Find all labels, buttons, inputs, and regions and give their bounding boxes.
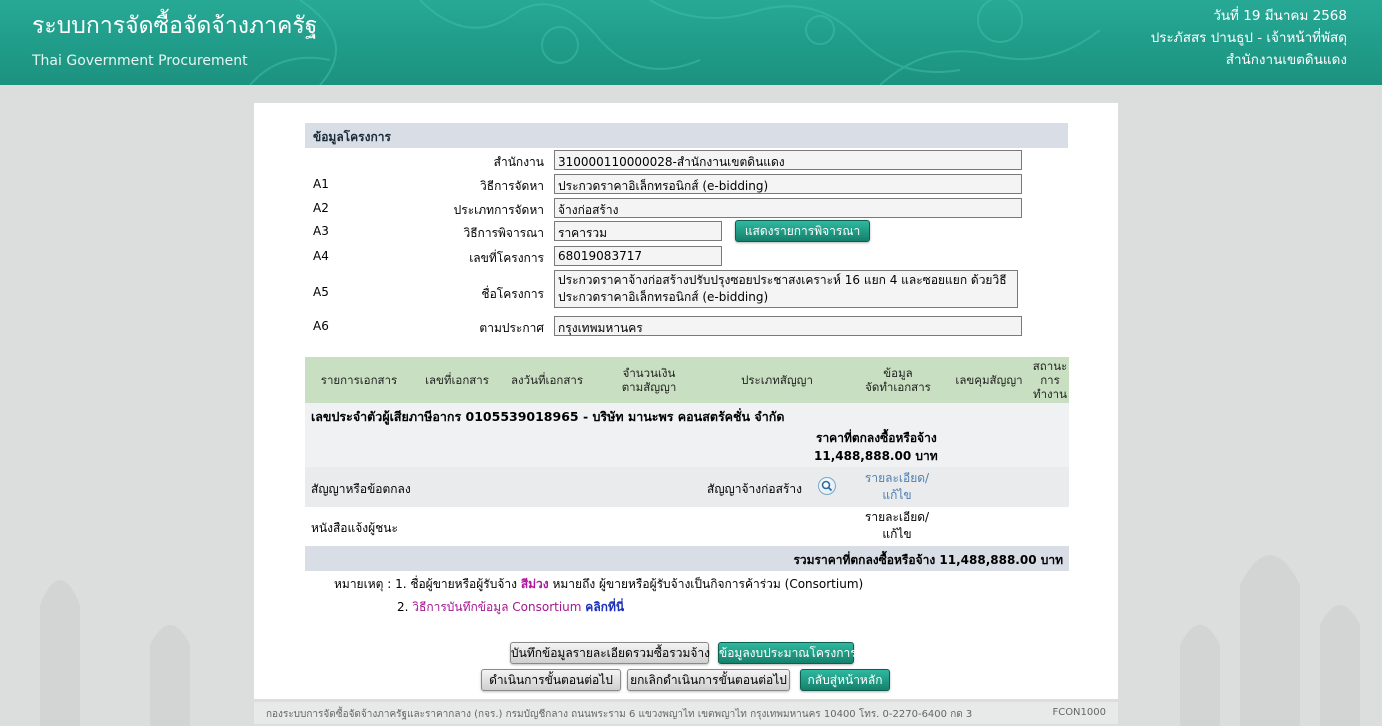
detail-edit-link[interactable]: รายละเอียด/ แก้ไข [857, 470, 937, 504]
vendor-name: เลขประจำตัวผู้เสียภาษีอากร 0105539018965… [311, 409, 785, 424]
detail-link-line2: แก้ไข [882, 488, 912, 502]
note-1-prefix: หมายเหตุ : 1. ชื่อผู้ขายหรือผู้รับจ้าง [334, 577, 517, 591]
office-label: สำนักงาน [493, 155, 544, 169]
table-header: รายการเอกสาร เลขที่เอกสาร ลงวันที่เอกสาร… [305, 357, 1069, 403]
user-office: สำนักงานเขตดินแดง [1225, 52, 1347, 68]
consortium-click-here-link[interactable]: คลิกที่นี่ [585, 600, 624, 614]
row-code-a5: A5 [313, 285, 329, 299]
note-2: 2. วิธีการบันทึกข้อมูล Consortium คลิกที… [397, 598, 624, 617]
evaluation-method-label: วิธีการพิจารณา [463, 226, 544, 240]
col-amount: จำนวนเงิน ตามสัญญา [593, 357, 705, 403]
magnifier-glyph [821, 480, 833, 492]
col-info-line2: จัดทำเอกสาร [865, 380, 931, 394]
app-header: ระบบการจัดซื้อจัดจ้างภาครัฐ Thai Governm… [0, 0, 1382, 85]
note-2-text: วิธีการบันทึกข้อมูล Consortium [412, 600, 582, 614]
row-code-a4: A4 [313, 249, 329, 263]
col-status-line3: ทำงาน [1033, 387, 1067, 401]
col-control-no: เลขคุมสัญญา [955, 373, 1023, 387]
current-date: วันที่ 19 มีนาคม 2568 [1213, 8, 1347, 24]
note-2-number: 2. [397, 600, 409, 614]
col-status-line2: การ [1040, 373, 1060, 387]
show-items-button[interactable]: แสดงรายการพิจารณา [735, 220, 870, 242]
procurement-method-label: วิธีการจัดหา [480, 179, 544, 193]
home-button[interactable]: กลับสู่หน้าหลัก [800, 669, 890, 691]
col-status-line1: สถานะ [1032, 359, 1068, 373]
col-contract-type: ประเภทสัญญา [741, 373, 813, 387]
col-amount-line2: ตามสัญญา [621, 380, 677, 394]
detail-edit-link[interactable]: รายละเอียด/ แก้ไข [857, 509, 937, 543]
col-doc-date: ลงวันที่เอกสาร [510, 373, 583, 387]
app-subtitle: Thai Government Procurement [32, 53, 248, 69]
row-code-a1: A1 [313, 177, 329, 191]
detail-link-line2: แก้ไข [882, 527, 912, 541]
contract-type: สัญญาจ้างก่อสร้าง [707, 482, 802, 496]
note-1: หมายเหตุ : 1. ชื่อผู้ขายหรือผู้รับจ้าง ส… [334, 575, 863, 594]
procurement-type-label: ประเภทการจัดหา [453, 203, 544, 217]
search-icon[interactable] [818, 477, 836, 495]
cancel-next-step-button[interactable]: ยกเลิกดำเนินการขั้นตอนต่อไป [627, 669, 790, 691]
vendor-row: เลขประจำตัวผู้เสียภาษีอากร 0105539018965… [305, 403, 1069, 467]
agreed-price-label: ราคาที่ตกลงซื้อหรือจ้าง [816, 431, 937, 445]
announcement-field: กรุงเทพมหานคร [554, 316, 1022, 336]
note-1-text: หมายถึง ผู้ขายหรือผู้รับจ้างเป็นกิจการค้… [552, 577, 864, 591]
doc-name: สัญญาหรือข้อตกลง [311, 482, 411, 496]
row-code-a3: A3 [313, 224, 329, 238]
project-name-textarea[interactable]: ประกวดราคาจ้างก่อสร้างปรับปรุงซอยประชาสง… [554, 270, 1018, 308]
table-row: หนังสือแจ้งผู้ชนะ รายละเอียด/ แก้ไข [305, 506, 1069, 546]
project-name-label: ชื่อโครงการ [481, 287, 544, 301]
app-title: ระบบการจัดซื้อจัดจ้างภาครัฐ [32, 13, 318, 39]
page-code: FCON1000 [1052, 707, 1106, 718]
main-panel: ข้อมูลโครงการ สำนักงาน 310000110000028-ส… [254, 103, 1118, 699]
save-detail-button[interactable]: บันทึกข้อมูลรายละเอียดรวมซื้อรวมจ้าง [510, 642, 710, 664]
office-field: 310000110000028-สำนักงานเขตดินแดง [554, 150, 1022, 170]
col-amount-line1: จำนวนเงิน [622, 366, 676, 380]
project-number-field: 68019083717 [554, 246, 722, 266]
page-footer: กองระบบการจัดซื้อจัดจ้างภาครัฐและราคากลา… [254, 702, 1118, 724]
row-code-a6: A6 [313, 319, 329, 333]
section-title: ข้อมูลโครงการ [305, 123, 1068, 148]
col-doc-no: เลขที่เอกสาร [425, 373, 489, 387]
user-info: วันที่ 19 มีนาคม 2568 ประภัสสร ปานธูป - … [1151, 5, 1347, 71]
table-row: สัญญาหรือข้อตกลง สัญญาจ้างก่อสร้าง รายละ… [305, 467, 1069, 507]
total-row: รวมราคาที่ตกลงซื้อหรือจ้าง 11,488,888.00… [305, 546, 1069, 571]
announcement-label: ตามประกาศ [479, 321, 544, 335]
detail-link-line1: รายละเอียด/ [864, 471, 930, 485]
doc-name: หนังสือแจ้งผู้ชนะ [311, 521, 398, 535]
detail-link-line1: รายละเอียด/ [864, 510, 930, 524]
budget-info-button[interactable]: ข้อมูลงบประมาณโครงการ [718, 642, 857, 664]
user-name: ประภัสสร ปานธูป - เจ้าหน้าที่พัสดุ [1150, 30, 1347, 46]
col-info-line1: ข้อมูล [883, 366, 913, 380]
project-number-label: เลขที่โครงการ [469, 251, 544, 265]
col-doc-list: รายการเอกสาร [320, 373, 398, 387]
total-price: รวมราคาที่ตกลงซื้อหรือจ้าง 11,488,888.00… [793, 553, 1063, 567]
row-code-a2: A2 [313, 201, 329, 215]
next-step-button[interactable]: ดำเนินการขั้นตอนต่อไป [481, 669, 621, 691]
col-info: ข้อมูล จัดทำเอกสาร [849, 357, 947, 403]
footer-address: กองระบบการจัดซื้อจัดจ้างภาครัฐและราคากลา… [266, 709, 973, 720]
note-1-purple-word: สีม่วง [520, 577, 549, 591]
agreed-price-value: 11,488,888.00 บาท [814, 449, 938, 463]
procurement-method-field: ประกวดราคาอิเล็กทรอนิกส์ (e-bidding) [554, 174, 1022, 194]
col-status: สถานะ การ ทำงาน [1031, 357, 1069, 403]
procurement-type-field: จ้างก่อสร้าง [554, 198, 1022, 218]
evaluation-method-field: ราคารวม [554, 221, 722, 241]
